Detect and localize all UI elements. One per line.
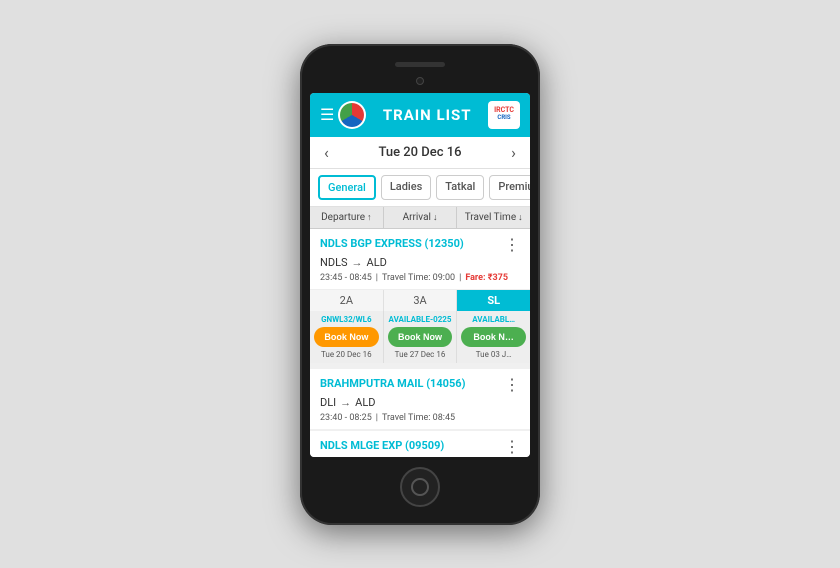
- train-header-3: NDLS MLGE EXP (09509) ⋮: [310, 431, 530, 457]
- train-travel-time-2: Travel Time: 08:45: [382, 413, 455, 423]
- book-btn-3[interactable]: Book N…: [461, 327, 526, 347]
- train-fare-1: Fare: ₹375: [465, 273, 508, 283]
- train-more-2[interactable]: ⋮: [504, 377, 520, 393]
- route-arrow-2: →: [340, 396, 351, 409]
- book-btn-1[interactable]: Book Now: [314, 327, 379, 347]
- speaker: [395, 62, 445, 67]
- train-more-1[interactable]: ⋮: [504, 237, 520, 253]
- avail-label-2: AVAILABLE-0225: [388, 315, 453, 324]
- app-title: TRAIN LIST: [366, 106, 488, 124]
- train-card-3: NDLS MLGE EXP (09509) ⋮: [310, 431, 530, 457]
- avail-date-2: Tue 27 Dec 16: [388, 350, 453, 363]
- train-more-3[interactable]: ⋮: [504, 439, 520, 455]
- class-tabs-1: 2A 3A SL: [310, 289, 530, 311]
- sort-departure-arrow: ↑: [367, 212, 372, 223]
- train-times-2: 23:40 - 08:25: [320, 413, 372, 423]
- home-button-circle: [411, 478, 429, 496]
- sort-arrival-arrow: ↓: [433, 212, 438, 223]
- prev-date-button[interactable]: ‹: [324, 143, 329, 162]
- avail-col-2: AVAILABLE-0225 Book Now Tue 27 Dec 16: [384, 311, 458, 363]
- category-tabs: General Ladies Tatkal Premium Tatk: [310, 169, 530, 207]
- tab-tatkal[interactable]: Tatkal: [436, 175, 484, 200]
- current-date: Tue 20 Dec 16: [378, 145, 461, 160]
- train-name-1[interactable]: NDLS BGP EXPRESS (12350): [320, 237, 464, 250]
- next-date-button[interactable]: ›: [511, 143, 516, 162]
- tab-ladies[interactable]: Ladies: [381, 175, 431, 200]
- cris-logo: IRCTC CRIS: [488, 101, 520, 129]
- sort-arrival[interactable]: Arrival ↓: [384, 207, 458, 228]
- phone-screen: ☰ TRAIN LIST IRCTC CRIS ‹ Tue 20 Dec 16 …: [310, 93, 530, 457]
- tab-general[interactable]: General: [318, 175, 376, 200]
- class-tab-3a[interactable]: 3A: [384, 290, 458, 311]
- avail-col-3: AVAILABL… Book N… Tue 03 J…: [457, 311, 530, 363]
- train-card-1: NDLS BGP EXPRESS (12350) ⋮ NDLS → ALD 23…: [310, 229, 530, 369]
- avail-col-1: GNWL32/WL6 Book Now Tue 20 Dec 16: [310, 311, 384, 363]
- logo-inner: [340, 103, 364, 127]
- train-route-1: NDLS → ALD: [310, 255, 530, 271]
- train-name-3[interactable]: NDLS MLGE EXP (09509): [320, 439, 444, 452]
- train-card-2: BRAHMPUTRA MAIL (14056) ⋮ DLI → ALD 23:4…: [310, 369, 530, 431]
- avail-date-1: Tue 20 Dec 16: [314, 350, 379, 363]
- train-header-1: NDLS BGP EXPRESS (12350) ⋮: [310, 229, 530, 255]
- menu-icon[interactable]: ☰: [320, 105, 334, 124]
- train-name-2[interactable]: BRAHMPUTRA MAIL (14056): [320, 377, 465, 390]
- availability-row-1: GNWL32/WL6 Book Now Tue 20 Dec 16 AVAILA…: [310, 311, 530, 363]
- irctc-logo: [338, 101, 366, 129]
- train-info-2: 23:40 - 08:25 | Travel Time: 08:45: [310, 411, 530, 429]
- train-to-1: ALD: [367, 256, 387, 269]
- train-info-1: 23:45 - 08:45 | Travel Time: 09:00 | Far…: [310, 271, 530, 289]
- home-button[interactable]: [400, 467, 440, 507]
- avail-label-3: AVAILABL…: [461, 315, 526, 324]
- date-bar: ‹ Tue 20 Dec 16 ›: [310, 137, 530, 169]
- phone-device: ☰ TRAIN LIST IRCTC CRIS ‹ Tue 20 Dec 16 …: [300, 44, 540, 525]
- sort-bar: Departure ↑ Arrival ↓ Travel Time ↓: [310, 207, 530, 229]
- class-tab-sl[interactable]: SL: [457, 290, 530, 311]
- sort-travel-time[interactable]: Travel Time ↓: [457, 207, 530, 228]
- app-header: ☰ TRAIN LIST IRCTC CRIS: [310, 93, 530, 137]
- train-header-2: BRAHMPUTRA MAIL (14056) ⋮: [310, 369, 530, 395]
- sort-departure[interactable]: Departure ↑: [310, 207, 384, 228]
- route-arrow-1: →: [352, 256, 363, 269]
- sort-time-arrow: ↓: [518, 212, 523, 223]
- avail-label-1: GNWL32/WL6: [314, 315, 379, 324]
- train-travel-time-1: Travel Time: 09:00: [382, 273, 455, 283]
- train-from-2: DLI: [320, 396, 336, 409]
- avail-date-3: Tue 03 J…: [461, 350, 526, 363]
- book-btn-2[interactable]: Book Now: [388, 327, 453, 347]
- header-left: ☰: [320, 101, 366, 129]
- camera: [416, 77, 424, 85]
- train-times-1: 23:45 - 08:45: [320, 273, 372, 283]
- train-to-2: ALD: [355, 396, 375, 409]
- train-route-2: DLI → ALD: [310, 395, 530, 411]
- class-tab-2a[interactable]: 2A: [310, 290, 384, 311]
- train-from-1: NDLS: [320, 256, 348, 269]
- tab-premium-tatkal[interactable]: Premium Tatk: [489, 175, 530, 200]
